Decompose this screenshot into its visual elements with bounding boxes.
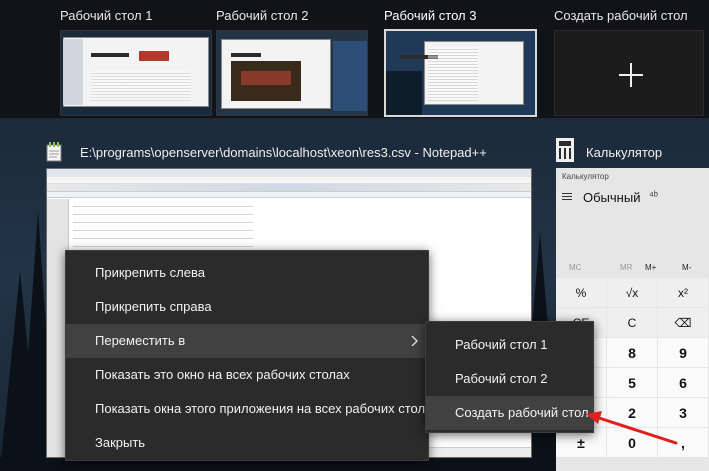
key-8[interactable]: 8 [607,338,657,367]
desktop-3-label: Рабочий стол 3 [384,8,477,23]
plus-icon [619,63,643,87]
menu-item-snap-right[interactable]: Прикрепить справа [66,290,428,324]
notepad-menubar [47,177,531,184]
key-6[interactable]: 6 [658,368,708,397]
window-context-menu: Прикрепить слева Прикрепить справа Перем… [65,250,439,461]
calculator-icon-keys [559,148,571,159]
key-9[interactable]: 9 [658,338,708,367]
thumb-text [91,71,191,101]
notepad-titlebar [47,169,531,177]
menu-item-show-window-all-desktops[interactable]: Показать это окно на всех рабочих столах [66,358,428,392]
thumb-dialog [231,53,261,57]
notepad-toolbar [47,184,531,192]
notepad-tab [47,192,531,198]
task-view: Рабочий стол 1 Рабочий стол 2 Рабочий ст… [0,0,709,471]
submenu-item-new-desktop[interactable]: Создать рабочий стол [426,396,593,430]
new-desktop-label: Создать рабочий стол [554,8,688,23]
calculator-icon [556,138,574,162]
backspace-key[interactable]: ⌫ [658,308,708,337]
menu-item-show-app-windows-all-desktops[interactable]: Показать окна этого приложения на всех р… [66,392,439,426]
percent-key[interactable]: % [556,278,606,307]
thumb-dialog [91,53,129,57]
hamburger-menu-icon[interactable] [562,193,572,201]
move-to-submenu: Рабочий стол 1 Рабочий стол 2 Создать ра… [425,321,594,433]
thumb-game [241,71,291,85]
submenu-item-desktop-2[interactable]: Рабочий стол 2 [426,362,593,396]
thumb-badge [139,51,169,61]
thumb-sidebar [63,39,83,105]
memory-recall[interactable]: MR [620,263,632,272]
submenu-item-desktop-1[interactable]: Рабочий стол 1 [426,328,593,362]
memory-add[interactable]: M+ [645,263,656,272]
annotation-arrow-icon [586,411,678,445]
desktop-1-label: Рабочий стол 1 [60,8,153,23]
clear-key[interactable]: C [607,308,657,337]
menu-item-close[interactable]: Закрыть [66,426,428,460]
desktop-2-label: Рабочий стол 2 [216,8,309,23]
desktop-1-thumbnail[interactable] [60,30,212,116]
desktop-3-thumbnail[interactable] [384,29,537,117]
chevron-right-icon [411,336,418,346]
calculator-mode-icon[interactable]: ⁴ᵇ [649,190,658,202]
notepad-statusbar [427,447,531,457]
calculator-app-title: Калькулятор [562,172,609,181]
square-key[interactable]: x² [658,278,708,307]
memory-clear[interactable]: MC [569,263,581,272]
calculator-mode: Обычный [583,190,641,205]
menu-item-move-to-label: Переместить в [95,333,186,348]
new-desktop-button[interactable] [554,30,704,116]
notepad-plus-plus-icon [46,142,62,162]
menu-item-move-to[interactable]: Переместить в [66,324,428,358]
notepad-window-title: E:\programs\openserver\domains\localhost… [80,145,487,160]
menu-item-snap-left[interactable]: Прикрепить слева [66,256,428,290]
key-5[interactable]: 5 [607,368,657,397]
desktop-2-thumbnail[interactable] [216,30,368,116]
thumb-text [428,47,478,101]
thumb-trees [386,71,422,115]
calculator-window-title: Калькулятор [586,145,663,160]
calculator-icon-screen [559,141,571,146]
sqrt-key[interactable]: √x [607,278,657,307]
virtual-desktops-bar: Рабочий стол 1 Рабочий стол 2 Рабочий ст… [0,0,709,118]
memory-subtract[interactable]: M- [682,263,691,272]
thumb-side [333,41,367,111]
